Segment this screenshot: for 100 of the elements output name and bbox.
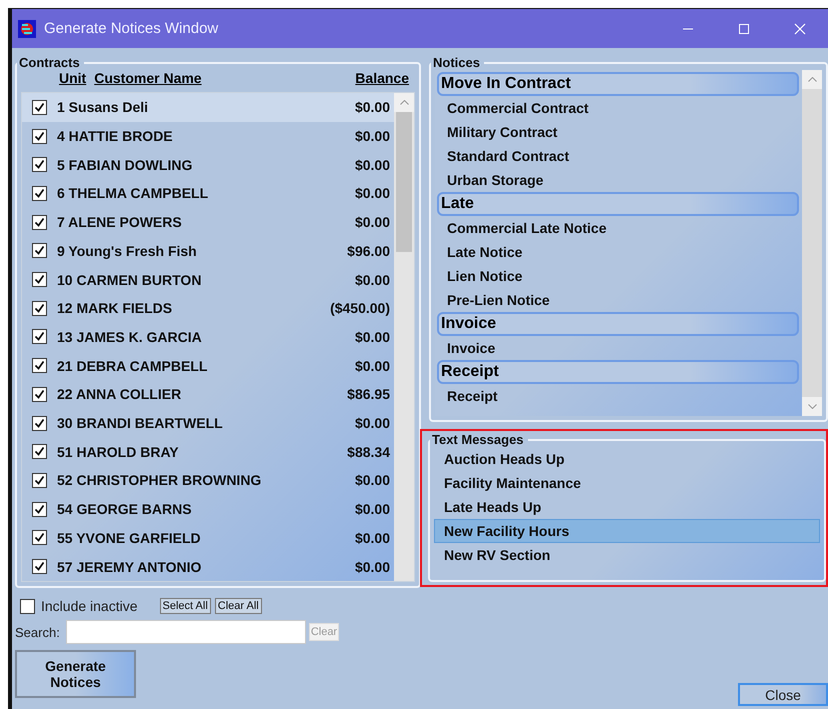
- checkbox-label: Include inactive: [41, 598, 138, 614]
- message-item[interactable]: Auction Heads Up: [434, 447, 820, 471]
- notice-item[interactable]: Standard Contract: [437, 144, 799, 168]
- close-button[interactable]: Close: [738, 683, 828, 706]
- contract-name: 9 Young's Fresh Fish: [57, 242, 198, 259]
- balance-text: $0.00: [354, 272, 390, 288]
- balance-text: $96.00: [347, 242, 390, 259]
- contract-row[interactable]: 55 YVONE GARFIELD $0.00: [22, 524, 394, 552]
- contract-row[interactable]: 13 JAMES K. GARCIA $0.00: [22, 322, 394, 352]
- contract-name: 55 YVONE GARFIELD: [57, 530, 202, 546]
- message-item[interactable]: New RV Section: [434, 543, 820, 567]
- checkbox[interactable]: [20, 598, 35, 614]
- panel-title: Contracts: [18, 55, 81, 70]
- close-icon[interactable]: [794, 22, 806, 34]
- column-header[interactable]: Customer Name: [94, 70, 202, 86]
- contract-name: 13 JAMES K. GARCIA: [57, 328, 203, 345]
- checkbox[interactable]: [32, 272, 47, 288]
- checkbox[interactable]: [32, 472, 47, 488]
- contract-name: 22 ANNA COLLIER: [57, 386, 182, 402]
- checkbox[interactable]: [32, 157, 47, 172]
- contract-name: 12 MARK FIELDS: [57, 300, 174, 316]
- column-header[interactable]: Unit: [59, 70, 86, 86]
- checkbox[interactable]: [32, 358, 47, 374]
- notice-item[interactable]: Commercial Contract: [437, 96, 799, 120]
- balance-text: $0.00: [354, 156, 390, 173]
- contract-row[interactable]: 30 BRANDI BEARTWELL $0.00: [22, 408, 394, 438]
- checkbox[interactable]: [32, 186, 47, 201]
- generate-button[interactable]: Generate Notices: [15, 650, 136, 698]
- checkbox[interactable]: [32, 329, 47, 344]
- maximize-icon[interactable]: [738, 22, 750, 34]
- group-header: Receipt: [437, 360, 799, 384]
- scroll-thumb[interactable]: [396, 112, 412, 252]
- app-logo-icon: [18, 20, 36, 38]
- notice-item[interactable]: Commercial Late Notice: [437, 216, 799, 240]
- search-field[interactable]: [66, 620, 306, 644]
- panel-title: Text Messages: [431, 432, 525, 447]
- contract-name: 51 HAROLD BRAY: [57, 444, 180, 460]
- contract-name: 52 CHRISTOPHER BROWNING: [57, 472, 262, 488]
- checkbox[interactable]: [32, 386, 47, 402]
- scrollbar[interactable]: [394, 93, 414, 581]
- contract-name: 10 CARMEN BURTON: [57, 272, 202, 288]
- balance-text: $0.00: [354, 472, 390, 488]
- notice-item[interactable]: Receipt: [437, 384, 799, 408]
- balance-text: $0.00: [354, 558, 390, 575]
- contract-name: 7 ALENE POWERS: [57, 214, 183, 230]
- balance-text: $88.34: [347, 444, 390, 460]
- notice-item[interactable]: Invoice: [437, 336, 799, 360]
- contract-row[interactable]: 21 DEBRA CAMPBELL $0.00: [22, 351, 394, 380]
- balance-text: $0.00: [354, 328, 390, 345]
- checkbox[interactable]: [32, 502, 47, 517]
- message-item[interactable]: New Facility Hours: [434, 519, 820, 543]
- balance-text: $0.00: [354, 99, 390, 116]
- clear-all-button[interactable]: Clear All: [214, 598, 262, 614]
- contract-row[interactable]: 10 CARMEN BURTON $0.00: [22, 265, 394, 294]
- checkbox[interactable]: [32, 128, 47, 144]
- contract-name: 30 BRANDI BEARTWELL: [57, 415, 224, 432]
- balance-text: ($450.00): [330, 300, 390, 316]
- contract-row[interactable]: 4 HATTIE BRODE $0.00: [22, 122, 394, 150]
- notice-item[interactable]: Pre-Lien Notice: [437, 288, 799, 312]
- checkbox[interactable]: [32, 300, 47, 316]
- contract-row[interactable]: 57 JEREMY ANTONIO $0.00: [22, 552, 394, 581]
- checkbox[interactable]: [32, 243, 47, 258]
- contract-row[interactable]: 22 ANNA COLLIER $86.95: [22, 380, 394, 409]
- contract-name: 4 HATTIE BRODE: [57, 128, 174, 144]
- contract-row[interactable]: 51 HAROLD BRAY $88.34: [22, 437, 394, 466]
- contract-row[interactable]: 6 THELMA CAMPBELL $0.00: [22, 179, 394, 208]
- balance-text: $86.95: [347, 386, 390, 402]
- contract-row[interactable]: 9 Young's Fresh Fish $96.00: [22, 236, 394, 266]
- contract-name: 21 DEBRA CAMPBELL: [57, 358, 208, 374]
- checkbox[interactable]: [32, 100, 47, 115]
- select-all-button[interactable]: Select All: [160, 598, 211, 614]
- contract-row[interactable]: 1 Susans Deli $0.00: [22, 93, 394, 122]
- balance-text: $0.00: [354, 214, 390, 230]
- notice-item[interactable]: Military Contract: [437, 120, 799, 144]
- contract-row[interactable]: 7 ALENE POWERS $0.00: [22, 208, 394, 237]
- balance-text: $0.00: [354, 530, 390, 546]
- message-item[interactable]: Late Heads Up: [434, 495, 820, 519]
- contract-row[interactable]: 5 FABIAN DOWLING $0.00: [22, 150, 394, 180]
- checkbox[interactable]: [32, 530, 47, 546]
- contract-name: 5 FABIAN DOWLING: [57, 156, 194, 173]
- contract-row[interactable]: 12 MARK FIELDS ($450.00): [22, 294, 394, 323]
- notice-item[interactable]: Late Notice: [437, 240, 799, 264]
- contract-name: 1 Susans Deli: [57, 99, 150, 116]
- group-header: Invoice: [437, 312, 799, 336]
- checkbox[interactable]: [32, 214, 47, 230]
- contract-name: 54 GEORGE BARNS: [57, 501, 193, 518]
- notice-item[interactable]: Lien Notice: [437, 264, 799, 288]
- contract-row[interactable]: 54 GEORGE BARNS $0.00: [22, 494, 394, 524]
- contract-name: 57 JEREMY ANTONIO: [57, 558, 202, 575]
- checkbox[interactable]: [32, 444, 47, 460]
- window-title: Generate Notices Window: [44, 20, 220, 37]
- checkbox[interactable]: [32, 416, 47, 431]
- notice-item[interactable]: Urban Storage: [437, 168, 799, 192]
- column-header[interactable]: Balance: [355, 70, 409, 86]
- message-item[interactable]: Facility Maintenance: [434, 471, 820, 495]
- group-header: Move In Contract: [437, 72, 799, 96]
- contract-row[interactable]: 52 CHRISTOPHER BROWNING $0.00: [22, 466, 394, 495]
- checkbox[interactable]: [32, 559, 47, 574]
- balance-text: $0.00: [354, 358, 390, 374]
- panel-title: Notices: [432, 55, 481, 70]
